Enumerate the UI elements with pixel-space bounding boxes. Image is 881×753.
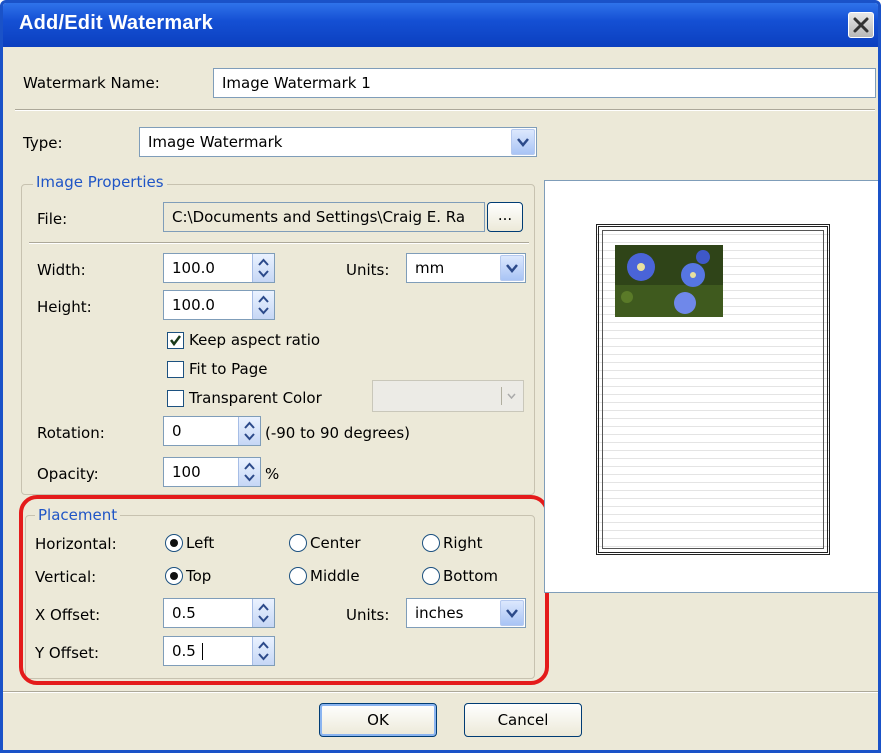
rotation-spinner[interactable]: 0 bbox=[163, 416, 261, 446]
separator bbox=[15, 109, 875, 111]
chevron-down-icon bbox=[507, 393, 516, 399]
width-value: 100.0 bbox=[172, 259, 215, 277]
separator bbox=[3, 691, 878, 693]
type-label: Type: bbox=[23, 134, 63, 152]
cancel-button[interactable]: Cancel bbox=[464, 703, 582, 737]
check-icon bbox=[170, 335, 181, 347]
watermark-name-input[interactable]: Image Watermark 1 bbox=[213, 68, 876, 98]
opacity-spinner[interactable]: 100 bbox=[163, 457, 261, 487]
close-button[interactable] bbox=[848, 12, 874, 38]
spinner-arrows-icon[interactable] bbox=[252, 254, 274, 282]
rotation-label: Rotation: bbox=[37, 424, 105, 442]
placement-highlight-annotation bbox=[19, 495, 549, 685]
image-properties-legend: Image Properties bbox=[33, 173, 167, 191]
width-spinner[interactable]: 100.0 bbox=[163, 253, 275, 283]
rotation-hint: (-90 to 90 degrees) bbox=[265, 424, 411, 442]
picker-divider bbox=[501, 387, 502, 405]
preview-pane bbox=[544, 180, 878, 593]
height-spinner[interactable]: 100.0 bbox=[163, 290, 275, 320]
chevron-down-icon[interactable] bbox=[511, 129, 535, 155]
keep-aspect-checkbox[interactable] bbox=[167, 332, 184, 349]
rotation-value: 0 bbox=[172, 422, 182, 440]
type-select[interactable]: Image Watermark bbox=[139, 127, 537, 157]
dialog-title: Add/Edit Watermark bbox=[19, 12, 214, 34]
page-preview bbox=[596, 224, 830, 555]
units-label: Units: bbox=[346, 261, 390, 279]
ok-button[interactable]: OK bbox=[319, 703, 437, 737]
height-value: 100.0 bbox=[172, 296, 215, 314]
separator bbox=[29, 242, 529, 244]
browse-button[interactable]: ... bbox=[487, 202, 523, 232]
watermark-image-thumbnail bbox=[615, 245, 723, 317]
file-label: File: bbox=[37, 210, 68, 228]
transparent-color-picker[interactable] bbox=[372, 380, 524, 412]
opacity-value: 100 bbox=[172, 463, 201, 481]
opacity-unit: % bbox=[265, 465, 280, 483]
close-icon bbox=[853, 17, 869, 33]
watermark-name-label: Watermark Name: bbox=[23, 74, 160, 92]
type-select-value: Image Watermark bbox=[148, 133, 283, 151]
title-bar[interactable]: Add/Edit Watermark bbox=[3, 3, 878, 47]
width-label: Width: bbox=[37, 261, 86, 279]
height-label: Height: bbox=[37, 298, 92, 316]
fit-to-page-checkbox[interactable] bbox=[167, 361, 184, 378]
transparent-color-label: Transparent Color bbox=[189, 389, 322, 407]
watermark-dialog: Add/Edit Watermark Watermark Name: Image… bbox=[0, 0, 881, 753]
spinner-arrows-icon[interactable] bbox=[238, 458, 260, 486]
opacity-label: Opacity: bbox=[37, 465, 99, 483]
transparent-color-checkbox[interactable] bbox=[167, 390, 184, 407]
spinner-arrows-icon[interactable] bbox=[238, 417, 260, 445]
chevron-down-icon[interactable] bbox=[500, 255, 524, 281]
spinner-arrows-icon[interactable] bbox=[252, 291, 274, 319]
file-path-field[interactable]: C:\Documents and Settings\Craig E. Ra bbox=[163, 202, 485, 232]
units-select[interactable]: mm bbox=[406, 253, 526, 283]
fit-to-page-label: Fit to Page bbox=[189, 360, 268, 378]
keep-aspect-label: Keep aspect ratio bbox=[189, 331, 321, 349]
units-select-value: mm bbox=[415, 259, 445, 277]
